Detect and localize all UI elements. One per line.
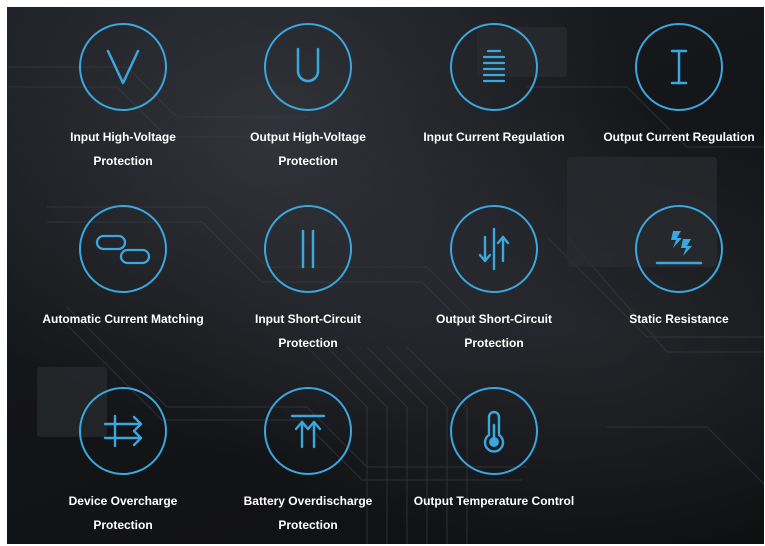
feature-icon-circle [450,23,538,111]
i-beam-icon [670,49,688,85]
up-arrows-bar-icon [290,414,326,449]
feature-icon-circle [264,23,352,111]
feature-label: Input High-Voltage Protection [70,130,176,168]
thermometer-icon [483,410,505,453]
feature-input-current-regulation: Input Current Regulation [402,23,586,149]
feature-device-overcharge-protection: Device Overcharge Protection [31,387,215,537]
feature-label: Output Temperature Control [413,494,575,508]
feature-icon-circle [79,23,167,111]
lightning-ground-icon [655,231,703,265]
feature-static-resistance: Static Resistance [587,205,764,331]
feature-battery-overdischarge-protection: Battery Overdischarge Protection [216,387,400,537]
feature-output-high-voltage-protection: Output High-Voltage Protection [216,23,400,173]
feature-icon-circle [635,23,723,111]
feature-label: Static Resistance [629,312,729,326]
feature-label: Input Current Regulation [423,130,565,144]
feature-icon-circle [79,205,167,293]
feature-output-current-regulation: Output Current Regulation [587,23,764,149]
split-arrows-icon [478,227,510,271]
u-letter-icon [296,47,320,83]
feature-icon-circle [264,205,352,293]
feature-output-short-circuit-protection: Output Short-Circuit Protection [402,205,586,355]
feature-input-high-voltage-protection: Input High-Voltage Protection [31,23,215,173]
feature-label: Input Short-Circuit Protection [255,312,361,350]
feature-label: Output Current Regulation [603,130,755,144]
v-letter-icon [106,49,140,85]
feature-label: Output High-Voltage Protection [250,130,366,168]
blocked-arrows-icon [103,414,143,448]
parallel-bars-icon [301,229,315,269]
feature-icon-circle [450,387,538,475]
feature-icon-circle [450,205,538,293]
feature-label: Output Short-Circuit Protection [436,312,552,350]
feature-label: Battery Overdischarge Protection [243,494,373,532]
feature-icon-circle [264,387,352,475]
feature-output-temperature-control: Output Temperature Control [402,387,586,513]
feature-label: Automatic Current Matching [42,312,204,326]
feature-icon-circle [635,205,723,293]
feature-icon-circle [79,387,167,475]
stacked-lines-icon [482,49,506,83]
feature-label: Device Overcharge Protection [68,494,178,532]
feature-input-short-circuit-protection: Input Short-Circuit Protection [216,205,400,355]
feature-panel: Input High-Voltage Protection Output Hig… [7,7,764,544]
feature-automatic-current-matching: Automatic Current Matching [31,205,215,331]
linked-pills-icon [95,234,151,265]
